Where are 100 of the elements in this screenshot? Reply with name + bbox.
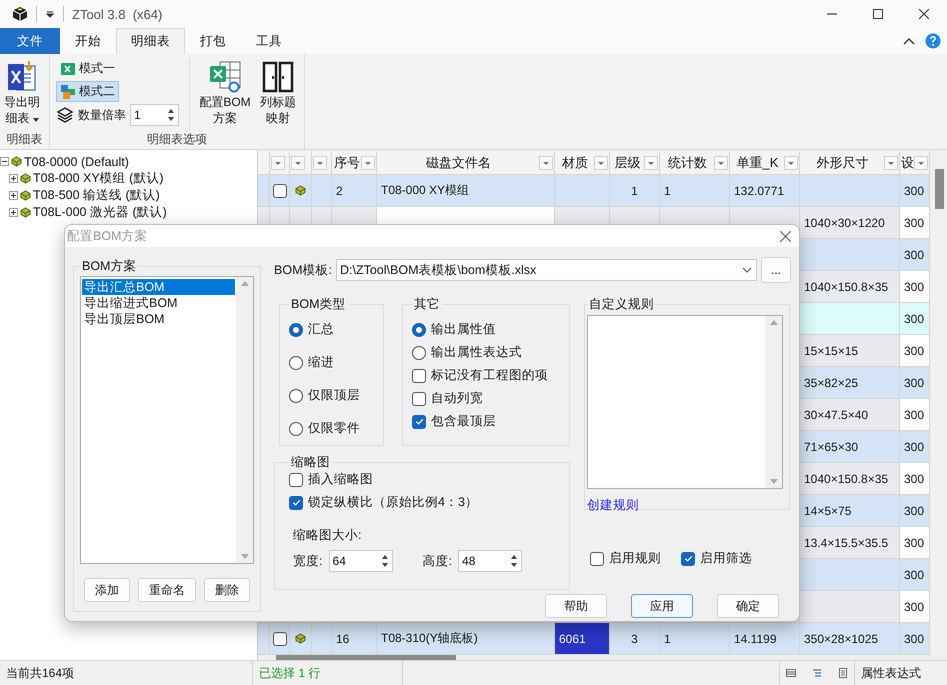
dialog-title: 配置BOM方案 <box>67 228 148 244</box>
dialog-button[interactable]: 帮助 <box>545 594 607 618</box>
radio-button[interactable] <box>289 322 304 336</box>
help-icon[interactable] <box>925 33 941 49</box>
dropdown-icon[interactable] <box>45 9 55 19</box>
ribbon-tab[interactable]: 开始 <box>60 28 116 54</box>
close-icon[interactable] <box>919 9 929 19</box>
radio-button[interactable] <box>289 388 304 402</box>
ribbon-tab[interactable]: 文件 <box>0 28 60 54</box>
column-header: 序号 <box>333 154 361 172</box>
browse-button[interactable]: ... <box>761 257 791 283</box>
ribbon-button[interactable]: 列标题映射 <box>256 58 300 128</box>
checkbox[interactable] <box>681 552 696 566</box>
table-cell: 13.4×15.5×35.5 <box>800 527 900 559</box>
checkbox[interactable] <box>272 184 286 198</box>
ribbon-tab[interactable]: 明细表 <box>116 28 185 54</box>
width-field[interactable]: 64 <box>328 550 393 572</box>
checkbox[interactable] <box>272 632 286 646</box>
table-cell: 300 <box>900 495 930 527</box>
grid-view-icon[interactable] <box>786 668 796 678</box>
list-item[interactable]: 导出顶层BOM <box>82 311 235 327</box>
layers-icon <box>56 106 74 124</box>
part-icon <box>20 173 31 184</box>
mode-button[interactable]: 模式一 <box>56 58 119 79</box>
group-label: 自定义规则 <box>588 296 656 313</box>
table-cell: 300 <box>900 335 930 367</box>
tree-item[interactable]: T08-0000 (Default) <box>24 154 129 168</box>
table-cell: 1040×150.8×35 <box>800 271 900 303</box>
checkbox[interactable] <box>289 496 304 510</box>
radio-label: 仅限零件 <box>308 420 360 437</box>
height-label: 高度: <box>422 552 452 570</box>
collapse-ribbon-icon[interactable] <box>903 37 915 45</box>
checkmark-icon <box>414 416 425 427</box>
filter-dropdown-icon[interactable] <box>914 156 928 170</box>
tree-view-icon[interactable] <box>812 668 822 678</box>
table-cell: 35×82×25 <box>800 367 900 399</box>
group-label: 其它 <box>413 296 442 313</box>
filter-dropdown-icon[interactable] <box>271 156 285 170</box>
ribbon-tab[interactable]: 工具 <box>241 28 297 54</box>
filter-dropdown-icon[interactable] <box>291 156 305 170</box>
maximize-icon[interactable] <box>873 9 883 19</box>
export-button[interactable]: 导出明细表 <box>0 58 44 128</box>
radio-button[interactable] <box>412 322 426 336</box>
list-view-icon[interactable] <box>838 668 848 678</box>
checkbox[interactable] <box>412 392 426 406</box>
tree-item[interactable]: T08-000 XY模组 (默认) <box>33 170 164 187</box>
radio-button[interactable] <box>289 422 304 436</box>
scrollbar-thumb[interactable] <box>276 655 456 660</box>
list-item[interactable]: 导出缩进式BOM <box>82 295 235 311</box>
filter-dropdown-icon[interactable] <box>884 156 898 170</box>
mode-button[interactable]: 模式二 <box>56 81 119 102</box>
column-header: 外形尺寸 <box>816 154 870 172</box>
group-label: 缩略图 <box>290 454 332 471</box>
filter-dropdown-icon[interactable] <box>644 156 658 170</box>
checkbox[interactable] <box>590 552 604 566</box>
tree-item[interactable]: T08L-000 激光器 (默认) <box>33 204 167 221</box>
checkbox[interactable] <box>412 368 426 382</box>
ribbon-button[interactable]: 配置BOM方案 <box>194 58 256 128</box>
template-combo[interactable]: D:\ZTool\BOM表模板\bom模板.xlsx <box>336 259 757 281</box>
radio-button[interactable] <box>412 346 426 360</box>
filter-dropdown-icon[interactable] <box>714 156 728 170</box>
expand-icon[interactable] <box>9 191 18 200</box>
selection-count: 已选择 1 行 <box>259 664 320 682</box>
checkbox[interactable] <box>412 414 426 428</box>
table-cell: 300 <box>900 175 930 207</box>
group-label: 明细表 <box>6 131 44 148</box>
radio-button[interactable] <box>289 356 304 370</box>
collapse-icon[interactable] <box>0 157 9 166</box>
list-item[interactable]: 导出汇总BOM <box>82 279 235 295</box>
dialog-button[interactable]: 删除 <box>204 578 250 602</box>
table-cell: 300 <box>900 367 930 399</box>
checkbox-label: 启用规则 <box>609 550 662 567</box>
dialog-button[interactable]: 添加 <box>84 578 130 602</box>
scheme-list[interactable]: 导出汇总BOM 导出缩进式BOM 导出顶层BOM <box>80 276 254 564</box>
table-cell: 14.1199 <box>730 623 800 655</box>
height-field[interactable]: 48 <box>458 550 522 572</box>
create-rule-link[interactable]: 创建规则 <box>587 497 640 514</box>
dialog-button[interactable]: 重命名 <box>138 578 196 602</box>
scrollbar-thumb[interactable] <box>935 169 944 209</box>
multiplier-field[interactable]: 1 <box>130 104 179 126</box>
group-label: BOM类型 <box>290 296 347 313</box>
expand-icon[interactable] <box>9 174 18 183</box>
filter-dropdown-icon[interactable] <box>594 156 608 170</box>
table-cell: T08-310(Y轴底板) <box>377 623 555 655</box>
table-cell: 300 <box>900 399 930 431</box>
filter-dropdown-icon[interactable] <box>361 156 375 170</box>
checkbox-label: 启用筛选 <box>700 550 752 567</box>
radio-label: 缩进 <box>308 354 334 371</box>
ribbon-tab[interactable]: 打包 <box>185 28 241 54</box>
checkbox-label: 标记没有工程图的项 <box>431 367 548 384</box>
expand-icon[interactable] <box>9 208 18 217</box>
filter-dropdown-icon[interactable] <box>784 156 798 170</box>
close-icon[interactable] <box>780 230 791 242</box>
filter-dropdown-icon[interactable] <box>539 156 553 170</box>
part-icon <box>11 156 22 167</box>
filter-dropdown-icon[interactable] <box>313 156 327 170</box>
checkbox[interactable] <box>289 472 304 486</box>
dialog-button[interactable]: 应用 <box>631 594 693 618</box>
tree-item[interactable]: T08-500 输送线 (默认) <box>33 187 160 204</box>
table-cell: 132.0771 <box>730 175 800 207</box>
